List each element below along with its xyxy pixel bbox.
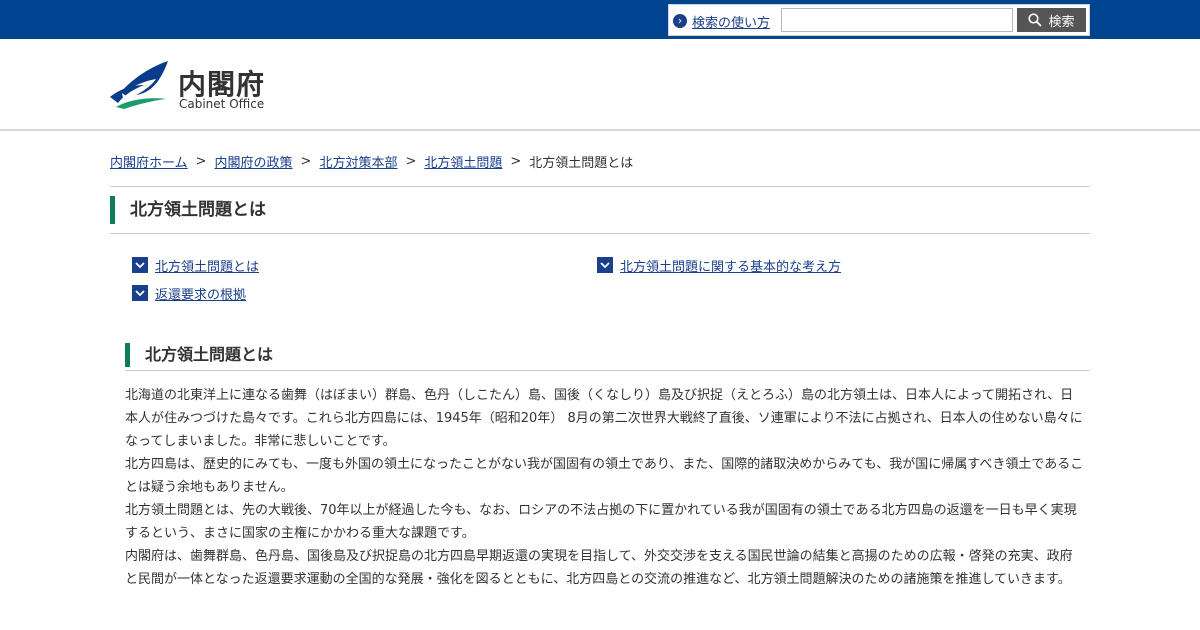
chevron-down-icon [132,257,148,273]
section-heading: 北方領土問題とは [125,343,1090,371]
cabinet-office-logo[interactable]: 内閣府 Cabinet Office [110,59,280,114]
body-paragraph: 北方四島は、歴史的にみても、一度も外国の領土になったことがない我が国固有の領土で… [125,457,1084,495]
body-paragraph: 北方領土問題とは、先の大戦後、70年以上が経過した今も、なお、ロシアの不法占拠の… [125,503,1077,541]
search-icon [1028,13,1043,27]
search-input[interactable] [781,8,1013,32]
chevron-right-circle-icon: › [673,14,687,28]
search-box: › 検索の使い方 検索 [668,4,1090,36]
body-paragraph: 北海道の北東洋上に連なる歯舞（はぼまい）群島、色丹（しこたん）島、国後（くなしり… [125,388,1083,449]
breadcrumb-item-northern-hq[interactable]: 北方対策本部 [319,152,397,171]
page-title: 北方領土問題とは [110,196,1090,224]
breadcrumb-separator: > [510,153,522,169]
breadcrumb-current: 北方領土問題とは [529,155,634,171]
divider [110,233,1090,234]
site-header: 内閣府 Cabinet Office [0,39,1200,131]
search-button[interactable]: 検索 [1017,8,1086,32]
divider [110,186,1090,187]
heading-accent-bar [125,343,130,367]
anchor-link-label: 北方領土問題に関する基本的な考え方 [620,259,842,275]
cabinet-office-emblem-icon [110,61,168,109]
anchor-link-basic-stance[interactable]: 北方領土問題に関する基本的な考え方 [597,255,841,275]
body-paragraph: 内閣府は、歯舞群島、色丹島、国後島及び択捉島の北方四島早期返還の実現を目指して、… [125,549,1073,587]
search-help-link[interactable]: › 検索の使い方 [673,11,770,31]
section-heading-text: 北方領土問題とは [145,345,274,364]
search-button-label: 検索 [1048,13,1075,29]
anchor-link-label: 返還要求の根拠 [155,287,247,303]
chevron-down-icon [132,285,148,301]
chevron-down-icon [597,257,613,273]
section-body: 北海道の北東洋上に連なる歯舞（はぼまい）群島、色丹（しこたん）島、国後（くなしり… [125,384,1085,591]
anchor-link-what-is-issue[interactable]: 北方領土問題とは [132,255,259,275]
top-bar: › 検索の使い方 検索 [0,0,1200,39]
breadcrumb-item-policies[interactable]: 内閣府の政策 [215,152,293,171]
breadcrumb-item-northern-issue[interactable]: 北方領土問題 [424,152,502,171]
breadcrumb-separator: > [405,153,417,169]
search-help-label: 検索の使い方 [692,15,771,31]
breadcrumb-item-home[interactable]: 内閣府ホーム [110,152,188,171]
anchor-link-return-grounds[interactable]: 返還要求の根拠 [132,283,246,303]
anchor-link-label: 北方領土問題とは [155,259,260,275]
breadcrumb-separator: > [195,153,207,169]
logo-name-en: Cabinet Office [179,97,265,111]
breadcrumb-separator: > [300,153,312,169]
breadcrumb: 内閣府ホーム > 内閣府の政策 > 北方対策本部 > 北方領土問題 > 北方領土… [110,151,1090,171]
